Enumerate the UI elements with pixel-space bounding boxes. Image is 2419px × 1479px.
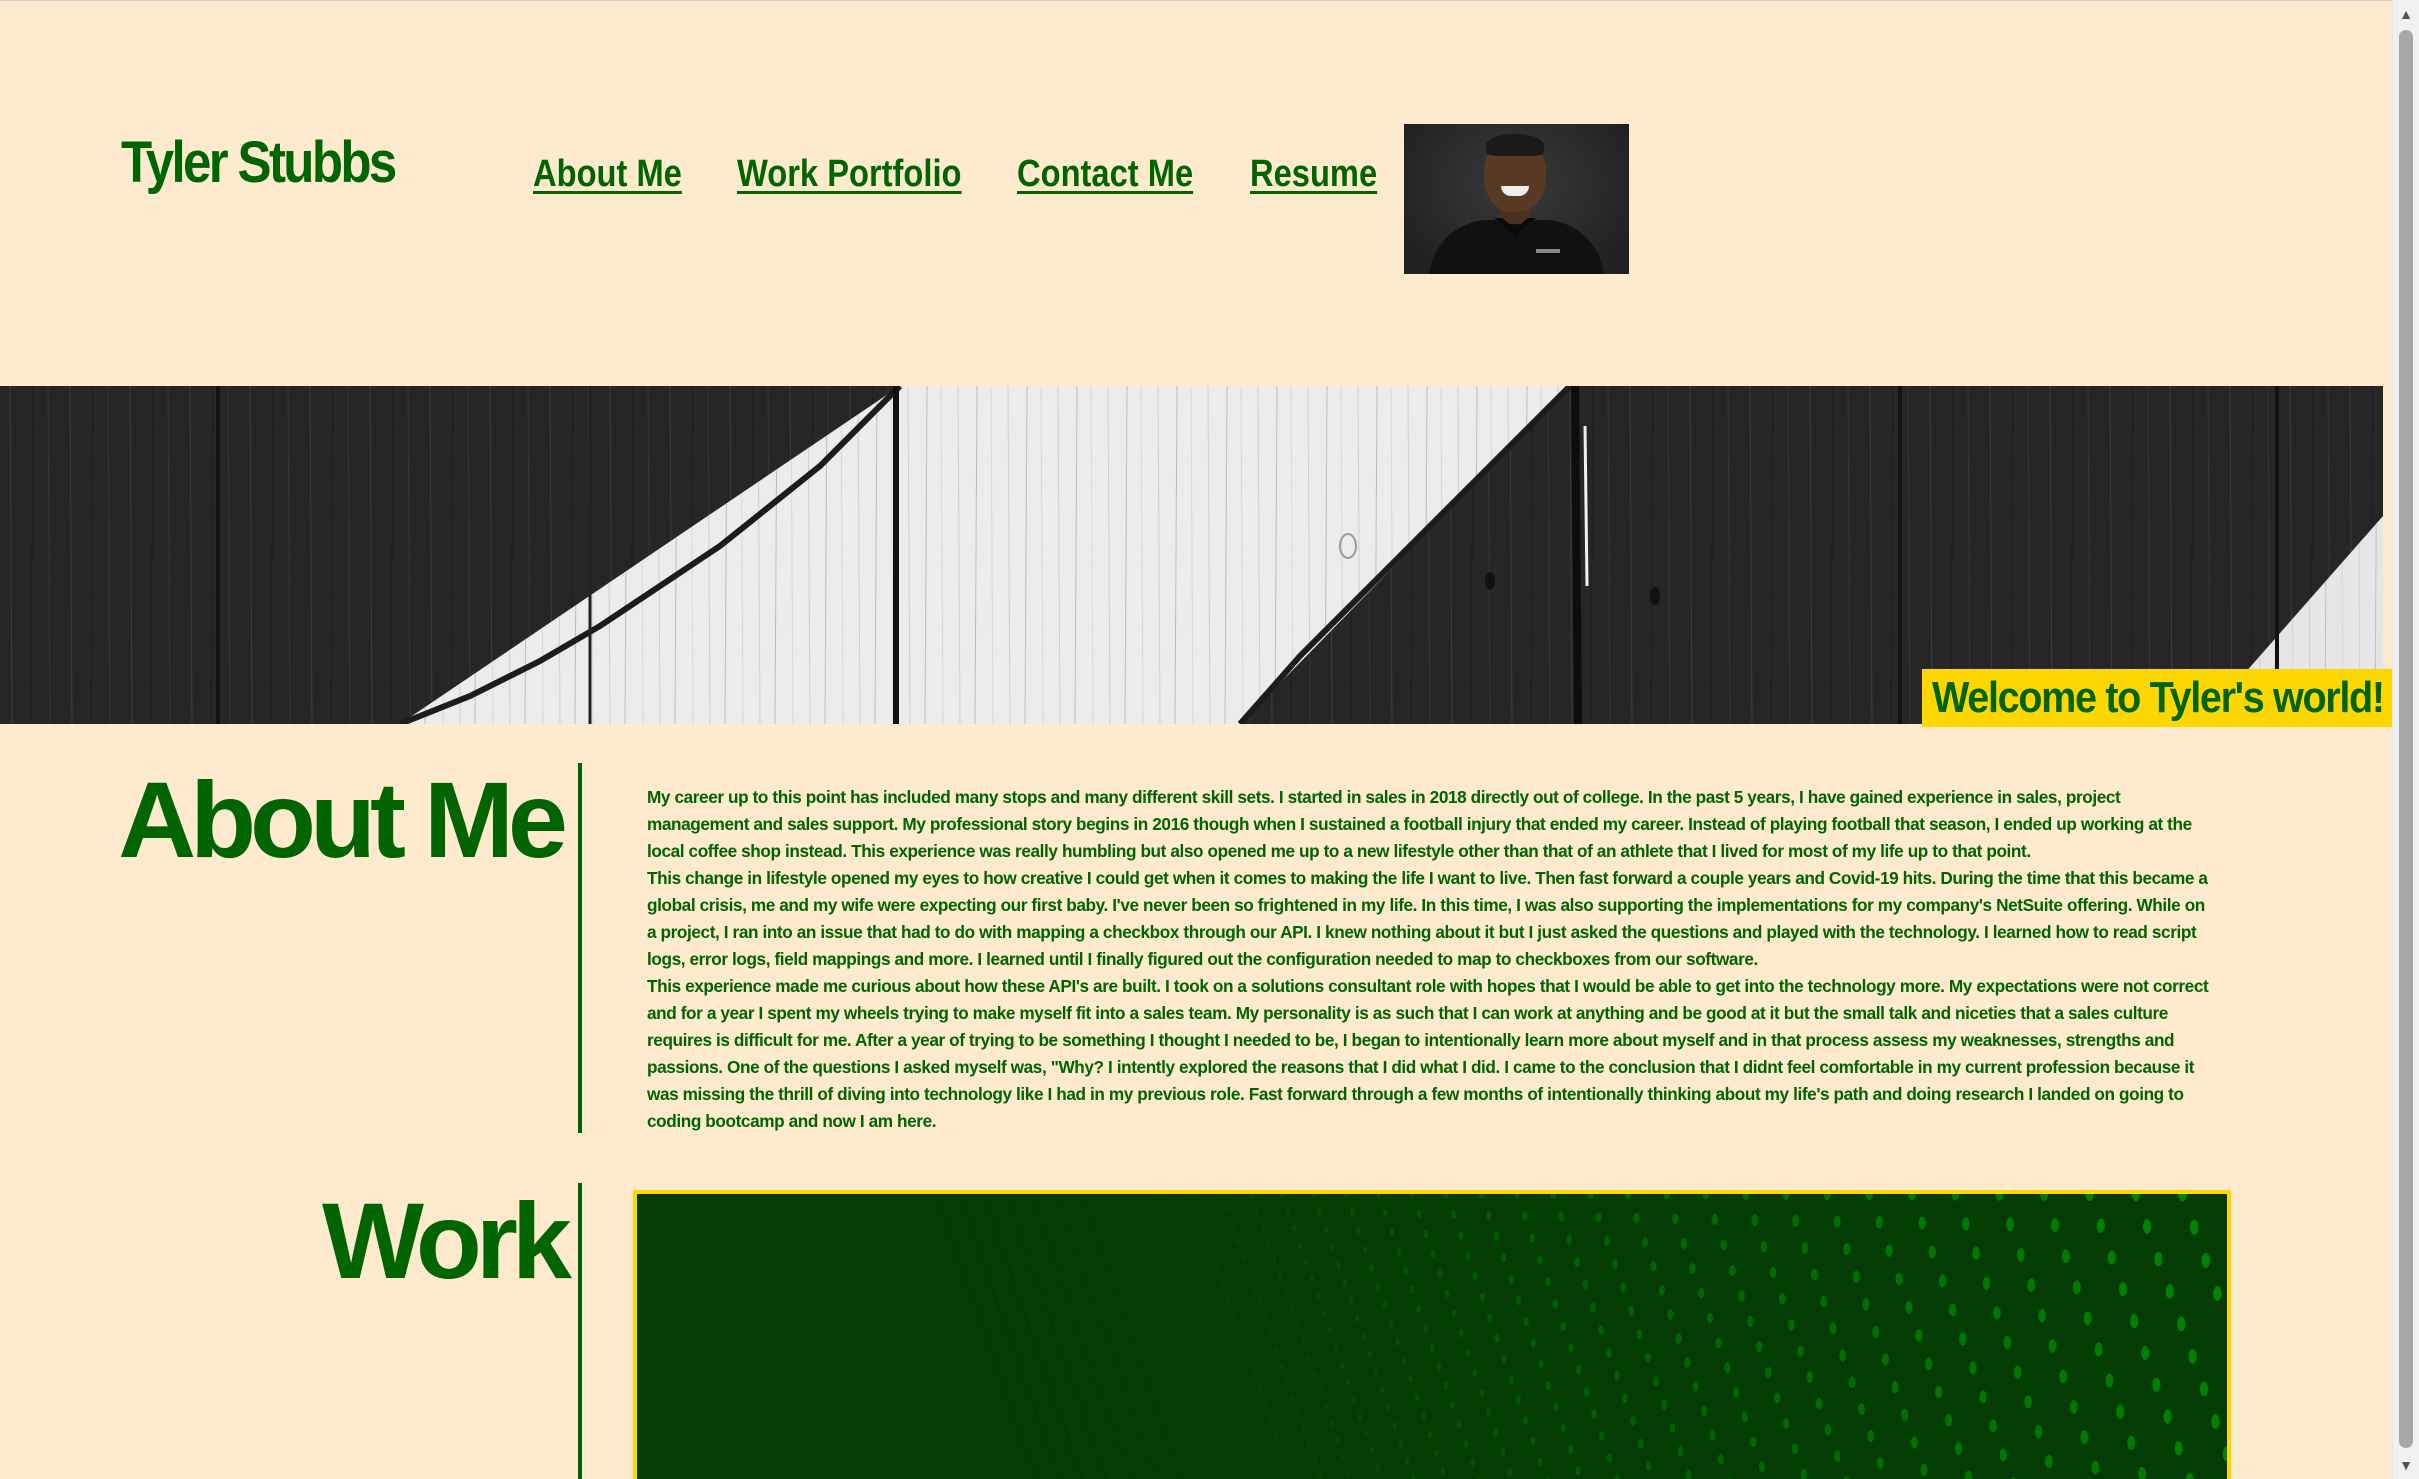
about-me-text: My career up to this point has included … bbox=[647, 784, 2217, 1135]
work-project-image[interactable] bbox=[633, 1190, 2231, 1479]
welcome-badge: Welcome to Tyler's world! bbox=[1922, 669, 2392, 727]
about-paragraph-2: This change in lifestyle opened my eyes … bbox=[647, 868, 2208, 969]
about-paragraph-1: My career up to this point has included … bbox=[647, 787, 2192, 861]
nav-link-about-me[interactable]: About Me bbox=[533, 153, 682, 196]
work-divider bbox=[578, 1183, 582, 1479]
page: Tyler Stubbs About Me Work Portfolio Con… bbox=[0, 0, 2392, 1479]
vertical-scrollbar[interactable]: ▲ ▼ bbox=[2392, 0, 2419, 1479]
welcome-text: Welcome to Tyler's world! bbox=[1932, 673, 2385, 722]
scroll-up-arrow-icon[interactable]: ▲ bbox=[2393, 0, 2419, 28]
profile-photo bbox=[1404, 124, 1629, 274]
work-heading: Work bbox=[321, 1180, 572, 1301]
scrollbar-thumb[interactable] bbox=[2399, 30, 2413, 1448]
site-title[interactable]: Tyler Stubbs bbox=[121, 129, 397, 196]
scroll-down-arrow-icon[interactable]: ▼ bbox=[2393, 1451, 2419, 1479]
nav-link-contact-me[interactable]: Contact Me bbox=[1017, 153, 1193, 196]
about-paragraph-3: This experience made me curious about ho… bbox=[647, 976, 2209, 1131]
nav-link-resume[interactable]: Resume bbox=[1250, 153, 1377, 196]
nav-link-work-portfolio[interactable]: Work Portfolio bbox=[737, 153, 962, 196]
about-me-heading: About Me bbox=[118, 759, 568, 880]
about-divider bbox=[578, 763, 582, 1133]
